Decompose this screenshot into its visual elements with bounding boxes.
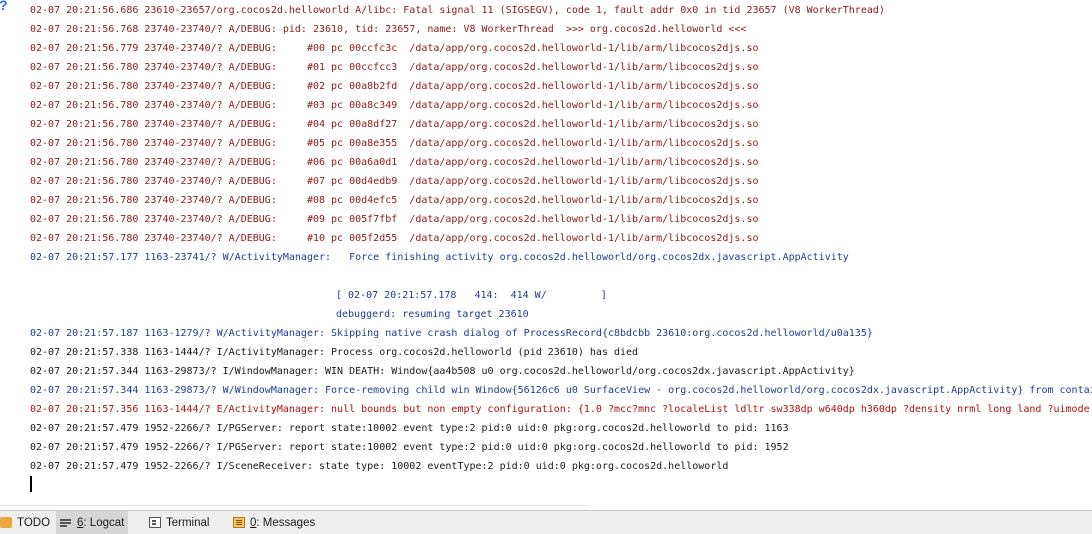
- log-line: 02-07 20:21:57.338 1163-1444/? I/Activit…: [30, 347, 639, 358]
- log-line: 02-07 20:21:56.780 23740-23740/? A/DEBUG…: [30, 100, 759, 111]
- horizontal-divider: [0, 505, 588, 506]
- log-line: 02-07 20:21:56.768 23740-23740/? A/DEBUG…: [30, 24, 747, 35]
- log-line: [ 02-07 20:21:57.178 414: 414 W/ ]: [336, 290, 607, 301]
- terminal-icon: [149, 517, 161, 528]
- log-line: 02-07 20:21:56.780 23740-23740/? A/DEBUG…: [30, 176, 759, 187]
- log-line: 02-07 20:21:56.686 23610-23657/org.cocos…: [30, 5, 885, 16]
- log-line: 02-07 20:21:56.780 23740-23740/? A/DEBUG…: [30, 81, 759, 92]
- log-line: 02-07 20:21:56.779 23740-23740/? A/DEBUG…: [30, 43, 759, 54]
- log-line: 02-07 20:21:56.780 23740-23740/? A/DEBUG…: [30, 62, 759, 73]
- log-line: 02-07 20:21:56.780 23740-23740/? A/DEBUG…: [30, 233, 759, 244]
- messages-icon: [233, 517, 245, 528]
- tab-messages-label: : Messages: [256, 516, 316, 529]
- log-line: debuggerd: resuming target 23610: [336, 309, 529, 320]
- tab-logcat-label: : Logcat: [83, 516, 125, 529]
- logcat-icon: [60, 517, 72, 528]
- log-line: 02-07 20:21:57.479 1952-2266/? I/PGServe…: [30, 423, 789, 434]
- log-line: 02-07 20:21:56.780 23740-23740/? A/DEBUG…: [30, 138, 759, 149]
- log-line: 02-07 20:21:57.479 1952-2266/? I/SceneRe…: [30, 461, 729, 472]
- tab-logcat[interactable]: 6: Logcat: [56, 511, 129, 534]
- logcat-output[interactable]: ? 02-07 20:21:56.686 23610-23657/org.coc…: [0, 0, 1092, 508]
- tool-window-bar: TODO 6: Logcat Terminal 0: Messages: [0, 510, 1092, 534]
- tab-terminal-label: Terminal: [166, 516, 210, 529]
- log-line: 02-07 20:21:56.780 23740-23740/? A/DEBUG…: [30, 157, 759, 168]
- log-line: 02-07 20:21:57.479 1952-2266/? I/PGServe…: [30, 442, 789, 453]
- text-caret: [30, 476, 32, 492]
- log-line: 02-07 20:21:56.780 23740-23740/? A/DEBUG…: [30, 195, 759, 206]
- log-line: 02-07 20:21:57.177 1163-23741/? W/Activi…: [30, 252, 849, 263]
- log-line: 02-07 20:21:57.187 1163-1279/? W/Activit…: [30, 328, 873, 339]
- log-line: 02-07 20:21:56.780 23740-23740/? A/DEBUG…: [30, 214, 759, 225]
- tab-todo-label: TODO: [17, 516, 51, 529]
- tab-terminal[interactable]: Terminal: [145, 511, 213, 534]
- log-line: 02-07 20:21:57.344 1163-29873/? W/Window…: [30, 385, 1092, 396]
- tab-messages[interactable]: 0: Messages: [229, 511, 319, 534]
- gutter-marker: ?: [0, 0, 8, 12]
- log-line: 02-07 20:21:57.356 1163-1444/? E/Activit…: [30, 404, 1092, 415]
- todo-icon: [0, 517, 12, 528]
- log-line: 02-07 20:21:57.344 1163-29873/? I/Window…: [30, 366, 855, 377]
- tab-todo[interactable]: TODO: [0, 511, 54, 534]
- log-line: 02-07 20:21:56.780 23740-23740/? A/DEBUG…: [30, 119, 759, 130]
